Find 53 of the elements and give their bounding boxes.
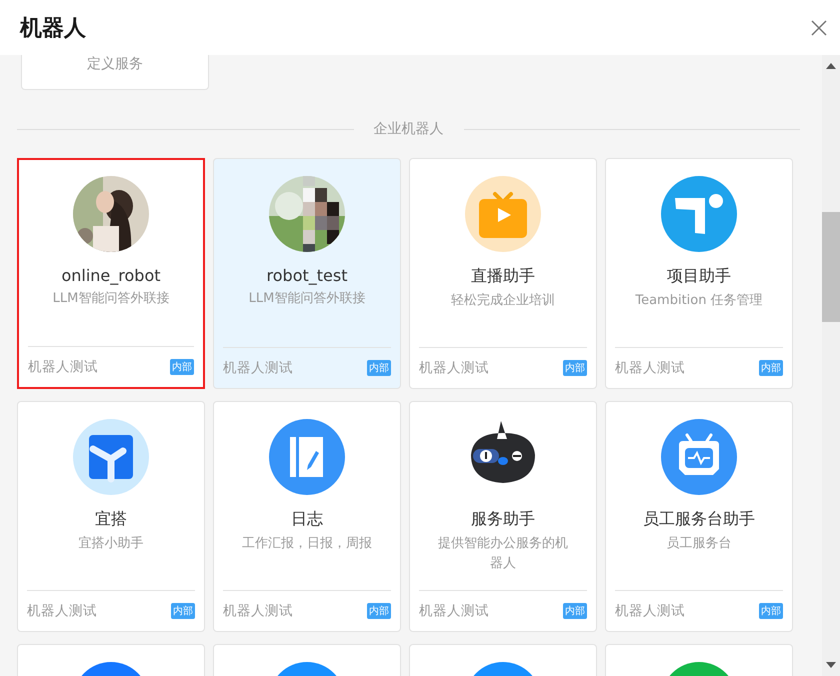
robot-card[interactable]: online_robot LLM智能问答外联接 机器人测试 内部 <box>17 158 205 389</box>
robot-description: Teambition 任务管理 <box>634 292 764 310</box>
robot-name: 项目助手 <box>667 266 731 287</box>
card-footer-label: 机器人测试 <box>615 602 685 620</box>
robot-monitor-icon <box>661 419 737 495</box>
card-footer-label: 机器人测试 <box>223 359 293 377</box>
robot-card[interactable]: 直播助手 轻松完成企业培训 机器人测试 内部 <box>409 158 597 389</box>
internal-badge: 内部 <box>367 603 391 619</box>
robot-name: 日志 <box>291 509 323 530</box>
dialog-title: 机器人 <box>20 14 86 42</box>
card-footer-label: 机器人测试 <box>419 359 489 377</box>
internal-badge: 内部 <box>563 360 587 376</box>
robot-description: LLM智能问答外联接 <box>248 290 366 308</box>
robot-description: 宜搭小助手 <box>78 535 144 553</box>
scroll-thumb[interactable] <box>822 212 840 322</box>
robot-card[interactable]: 员工服务台助手 员工服务台 机器人测试 内部 <box>605 401 793 632</box>
card-footer-label: 机器人测试 <box>28 358 98 376</box>
robot-name: 服务助手 <box>471 509 535 530</box>
scroll-down-icon[interactable] <box>826 662 836 668</box>
t-logo-icon <box>661 176 737 252</box>
close-icon[interactable] <box>810 18 828 36</box>
robot-name: 宜搭 <box>95 509 127 530</box>
notebook-pen-icon <box>269 419 345 495</box>
robot-name: 员工服务台助手 <box>643 509 755 530</box>
robot-description: 轻松完成企业培训 <box>450 292 556 310</box>
internal-badge: 内部 <box>759 603 783 619</box>
internal-badge: 内部 <box>170 359 194 375</box>
internal-badge: 内部 <box>171 603 195 619</box>
robot-name: online_robot <box>61 266 161 285</box>
card-footer-label: 机器人测试 <box>223 602 293 620</box>
card-footer-label: 机器人测试 <box>419 602 489 620</box>
robot-card[interactable]: 日志 工作汇报，日报，周报 机器人测试 内部 <box>213 401 401 632</box>
internal-badge: 内部 <box>367 360 391 376</box>
internal-badge: 内部 <box>759 360 783 376</box>
tv-play-icon <box>465 176 541 252</box>
robot-description: LLM智能问答外联接 <box>52 290 170 308</box>
robot-name: 直播助手 <box>471 266 535 287</box>
robot-card[interactable]: 宜搭 宜搭小助手 机器人测试 内部 <box>17 401 205 632</box>
y-logo-icon <box>73 419 149 495</box>
card-footer-label: 机器人测试 <box>27 602 97 620</box>
robot-description: 提供智能办公服务的机器人 <box>437 535 569 573</box>
robot-name: robot_test <box>266 266 348 285</box>
scrollbar[interactable] <box>822 55 840 676</box>
robot-card[interactable]: 项目助手 Teambition 任务管理 机器人测试 内部 <box>605 158 793 389</box>
robot-description: 工作汇报，日报，周报 <box>241 535 373 553</box>
card-footer-label: 机器人测试 <box>615 359 685 377</box>
robot-card[interactable]: 服务助手 提供智能办公服务的机器人 机器人测试 内部 <box>409 401 597 632</box>
internal-badge: 内部 <box>563 603 587 619</box>
scroll-up-icon[interactable] <box>826 63 836 69</box>
section-title: 企业机器人 <box>372 120 444 138</box>
robot-description: 员工服务台 <box>666 535 732 553</box>
robot-card[interactable]: robot_test LLM智能问答外联接 机器人测试 内部 <box>213 158 401 389</box>
card-description: 定义服务 <box>87 55 143 73</box>
